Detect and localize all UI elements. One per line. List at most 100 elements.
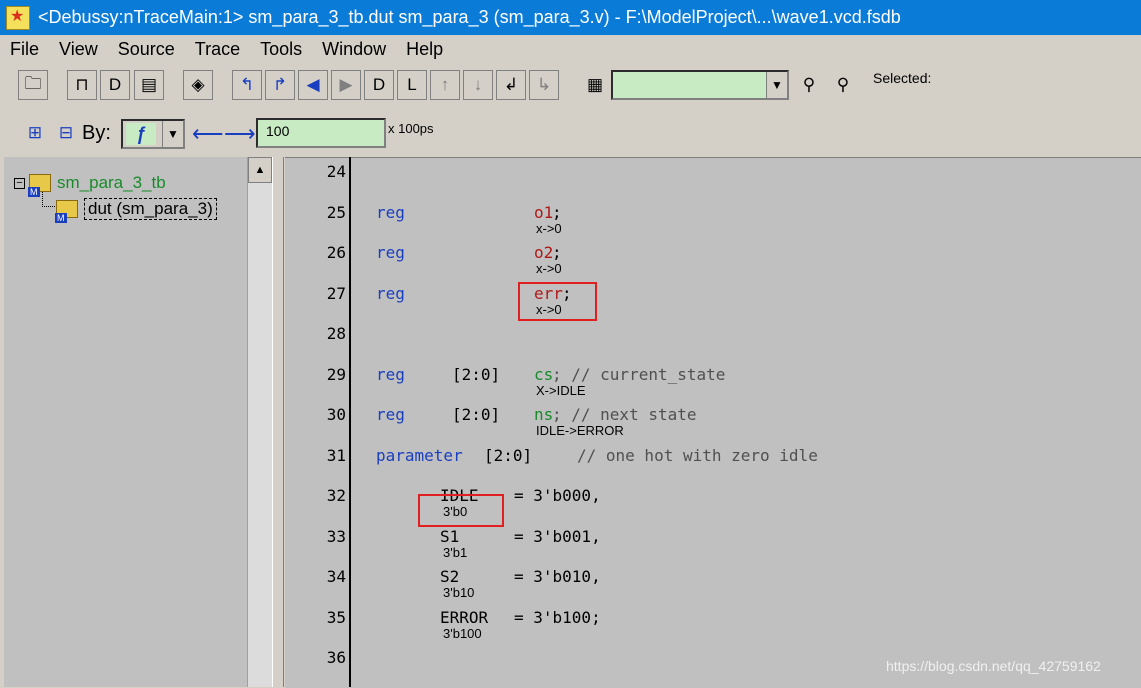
menu-window[interactable]: Window xyxy=(322,39,386,60)
code-text: ; xyxy=(552,203,562,222)
value-annotation: 3'b1 xyxy=(443,545,468,560)
code-comment: ; // current_state xyxy=(552,365,726,384)
zoom-out-time-icon[interactable]: ⊟ xyxy=(51,118,81,148)
code-keyword: parameter xyxy=(376,446,463,465)
scroll-up-icon[interactable]: ▲ xyxy=(248,157,272,183)
menu-view[interactable]: View xyxy=(59,39,98,60)
source-pane[interactable] xyxy=(285,157,1141,688)
tree-root[interactable]: − M sm_para_3_tb xyxy=(14,173,166,197)
code-text: ; xyxy=(552,243,562,262)
value-annotation: X->IDLE xyxy=(536,383,586,398)
menu-trace[interactable]: Trace xyxy=(195,39,240,60)
by-label: By: xyxy=(82,122,111,144)
state-machine-icon[interactable]: ▤ xyxy=(134,70,164,100)
code-param-error[interactable]: ERROR xyxy=(440,608,488,627)
value-annotation: x->0 xyxy=(536,261,562,276)
code-keyword: reg xyxy=(376,284,405,303)
pane-splitter[interactable] xyxy=(272,157,284,687)
step-back-icon[interactable]: ⟵ xyxy=(192,121,224,147)
line-number: 33 xyxy=(326,527,346,546)
step-input[interactable]: 100 xyxy=(256,118,386,148)
code-param-s2[interactable]: S2 xyxy=(440,567,459,586)
arrow-up-icon[interactable]: ↑ xyxy=(430,70,460,100)
forward-trace-icon[interactable]: ▶ xyxy=(331,70,361,100)
line-number: 28 xyxy=(326,324,346,343)
tree-item-dut[interactable]: M dut (sm_para_3) xyxy=(55,198,217,223)
line-number: 31 xyxy=(326,446,346,465)
code-range: [2:0] xyxy=(452,405,501,424)
highlight-box-idle xyxy=(418,494,504,527)
code-range: [2:0] xyxy=(452,365,501,384)
open-folder-icon[interactable]: 🗀 xyxy=(18,70,48,100)
find-signal-icon[interactable]: ⚲ xyxy=(794,70,824,100)
hierarchy-pane[interactable] xyxy=(4,157,272,687)
code-signal-cs[interactable]: cs xyxy=(534,365,553,384)
waveform-icon[interactable]: ⊓ xyxy=(67,70,97,100)
module-folder-icon: M xyxy=(28,174,51,197)
arrow-down-icon[interactable]: ↓ xyxy=(463,70,493,100)
rising-edge-icon: ƒ xyxy=(126,123,156,145)
line-number: 25 xyxy=(326,203,346,222)
line-number: 29 xyxy=(326,365,346,384)
hierarchy-scrollbar[interactable]: ▲ xyxy=(247,157,272,687)
title-bar: <Debussy:nTraceMain:1> sm_para_3_tb.dut … xyxy=(0,0,1141,35)
menu-source[interactable]: Source xyxy=(118,39,175,60)
step-unit: x 100ps xyxy=(388,121,434,136)
line-number: 26 xyxy=(326,243,346,262)
code-param-value: = 3'b000, xyxy=(514,486,601,505)
back-trace-icon[interactable]: ◀ xyxy=(298,70,328,100)
code-keyword: reg xyxy=(376,365,405,384)
code-keyword: reg xyxy=(376,203,405,222)
line-number: 24 xyxy=(326,162,346,181)
chevron-down-icon[interactable]: ▼ xyxy=(766,72,787,98)
tree-item-label: dut (sm_para_3) xyxy=(84,198,217,220)
selected-label: Selected: xyxy=(873,70,932,86)
code-comment: // one hot with zero idle xyxy=(577,446,818,465)
menu-tools[interactable]: Tools xyxy=(260,39,302,60)
menu-bar: File View Source Trace Tools Window Help xyxy=(0,35,1141,63)
code-signal-ns[interactable]: ns xyxy=(534,405,553,424)
line-number: 32 xyxy=(326,486,346,505)
trace-driver-icon[interactable]: ↰ xyxy=(232,70,262,100)
main-toolbar: 🗀 ⊓ D ▤ ◈ ↰ ↱ ◀ ▶ D L ↑ ↓ ↲ ↳ ▦ xyxy=(0,63,1141,107)
code-signal-o2[interactable]: o2 xyxy=(534,243,553,262)
window-title: <Debussy:nTraceMain:1> sm_para_3_tb.dut … xyxy=(38,7,901,27)
calculator-icon[interactable]: ▦ xyxy=(580,70,610,100)
eraser-icon[interactable]: ◈ xyxy=(183,70,213,100)
push-icon[interactable]: ↲ xyxy=(496,70,526,100)
line-number: 27 xyxy=(326,284,346,303)
code-param-value: = 3'b001, xyxy=(514,527,601,546)
tree-root-label: sm_para_3_tb xyxy=(57,173,166,192)
gutter-divider xyxy=(349,157,351,687)
trace-load-icon[interactable]: ↱ xyxy=(265,70,295,100)
tree-connector xyxy=(42,192,55,207)
pop-icon[interactable]: ↳ xyxy=(529,70,559,100)
value-annotation: 3'b10 xyxy=(443,585,475,600)
code-param-s1[interactable]: S1 xyxy=(440,527,459,546)
code-keyword: reg xyxy=(376,243,405,262)
edge-select[interactable]: ƒ ▼ xyxy=(121,119,185,149)
load-l-icon[interactable]: L xyxy=(397,70,427,100)
line-number: 36 xyxy=(326,648,346,667)
value-annotation: IDLE->ERROR xyxy=(536,423,624,438)
chevron-down-icon[interactable]: ▼ xyxy=(162,121,183,147)
line-number: 34 xyxy=(326,567,346,586)
code-param-value: = 3'b100; xyxy=(514,608,601,627)
code-signal-o1[interactable]: o1 xyxy=(534,203,553,222)
highlight-box-err xyxy=(518,282,597,321)
value-annotation: x->0 xyxy=(536,221,562,236)
module-instance-icon: M xyxy=(55,200,78,223)
menu-file[interactable]: File xyxy=(10,39,39,60)
step-forward-icon[interactable]: ⟶ xyxy=(224,121,256,147)
watermark: https://blog.csdn.net/qq_42759162 xyxy=(886,658,1101,674)
signal-combo[interactable]: ▼ xyxy=(611,70,789,100)
schematic-icon[interactable]: D xyxy=(100,70,130,100)
find-next-icon[interactable]: ⚲ xyxy=(828,70,858,100)
value-annotation: 3'b100 xyxy=(443,626,482,641)
code-comment: ; // next state xyxy=(552,405,697,424)
debussy-app-icon[interactable] xyxy=(6,5,30,30)
menu-help[interactable]: Help xyxy=(406,39,443,60)
collapse-icon[interactable]: − xyxy=(14,177,25,189)
zoom-in-time-icon[interactable]: ⊞ xyxy=(20,118,50,148)
driver-d-icon[interactable]: D xyxy=(364,70,394,100)
